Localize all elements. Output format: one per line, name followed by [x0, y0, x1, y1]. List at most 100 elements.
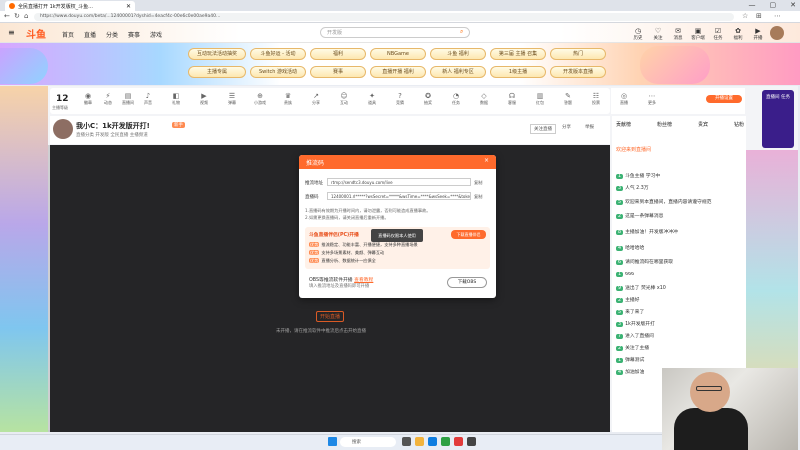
- server-label: 推流地址: [305, 181, 323, 186]
- header-follow[interactable]: ♡ 关注: [648, 27, 668, 41]
- search-input[interactable]: 开发版: [320, 27, 470, 38]
- stream-settings-button[interactable]: 开播设置: [706, 95, 742, 103]
- url-input[interactable]: https://www.douyu.com/beta/...12400001?d…: [34, 13, 734, 21]
- tool-17[interactable]: ▥ 红包: [532, 92, 548, 106]
- browser-tab[interactable]: 全民直播打开 1k开发版权_斗鱼... ✕: [5, 1, 135, 11]
- banner-tag[interactable]: 1级主播: [490, 66, 546, 78]
- back-icon[interactable]: ←: [4, 12, 10, 20]
- vote-icon: ☷: [592, 92, 600, 100]
- live-icon: ▶: [755, 27, 761, 35]
- tool-0[interactable]: ◉ 徽章: [80, 92, 96, 106]
- gift-icon: ◧: [172, 92, 180, 100]
- server-url-field[interactable]: rtmp://sendtc3.douyu.com/live: [327, 178, 471, 186]
- tool-7[interactable]: ⊕ 小游戏: [252, 92, 268, 106]
- tool-23[interactable]: ◎ 直播: [616, 92, 632, 106]
- rank-label: 主播等级: [52, 105, 68, 110]
- header-history[interactable]: ◷ 历史: [628, 27, 648, 41]
- tool-1[interactable]: ⚡ 动态: [100, 92, 116, 106]
- banner-tag[interactable]: 直播开播 福利: [370, 66, 426, 78]
- home-icon[interactable]: ⌂: [24, 12, 28, 20]
- user-avatar[interactable]: [770, 26, 784, 40]
- tool-11[interactable]: ✦ 道具: [364, 92, 380, 106]
- edge-icon[interactable]: [428, 437, 437, 446]
- banner-tag[interactable]: 斗鱼好运 - 活动: [250, 48, 306, 60]
- tool-16[interactable]: ☊ 客服: [504, 92, 520, 106]
- tool-8[interactable]: ♛ 贵族: [280, 92, 296, 106]
- tool-2[interactable]: ▤ 直播间: [120, 92, 136, 106]
- banner-tag[interactable]: 主播专属: [188, 66, 246, 78]
- nav-events[interactable]: 赛事: [128, 30, 140, 39]
- banner-tag[interactable]: 福利: [310, 48, 366, 60]
- tool-24[interactable]: ⋯ 更多: [644, 92, 660, 106]
- tool-9[interactable]: ↗ 分享: [308, 92, 324, 106]
- nav-games[interactable]: 游戏: [150, 30, 162, 39]
- extensions-icon[interactable]: ⊞: [756, 12, 762, 20]
- download-companion-button[interactable]: 下载直播伴侣: [451, 230, 486, 239]
- chat-tabs: 贡献榜 粉丝榜 贵宾 钻粉: [616, 121, 744, 128]
- minimize-button[interactable]: —: [749, 1, 756, 9]
- maximize-button[interactable]: ▢: [770, 1, 777, 9]
- header-gift[interactable]: ✿ 福利: [728, 27, 748, 41]
- banner-tag[interactable]: 新人 福利专区: [430, 66, 486, 78]
- app-icon[interactable]: [441, 437, 450, 446]
- hamburger-icon[interactable]: ≡: [8, 28, 15, 37]
- copy-key-button[interactable]: 复制: [474, 194, 482, 200]
- close-window-button[interactable]: ✕: [790, 1, 796, 9]
- obs-icon[interactable]: [467, 437, 476, 446]
- chat-tab[interactable]: 钻粉: [734, 121, 744, 128]
- follow-live-button[interactable]: 关注直播: [530, 124, 556, 134]
- star-icon[interactable]: ☆: [742, 12, 748, 20]
- search-icon[interactable]: ⌕: [460, 28, 463, 36]
- tab-close-icon[interactable]: ✕: [126, 3, 131, 10]
- refresh-icon[interactable]: ↻: [14, 12, 20, 20]
- douyu-logo[interactable]: 斗鱼: [26, 26, 46, 41]
- banner-tag[interactable]: Switch 游戏活动: [250, 66, 306, 78]
- banner-tag[interactable]: 赛事: [310, 66, 366, 78]
- copy-server-button[interactable]: 复制: [474, 180, 482, 186]
- follow-icon: ♡: [654, 27, 662, 35]
- header-message[interactable]: ✉ 消息: [668, 27, 688, 41]
- banner-tag[interactable]: 斗鱼 福利: [430, 48, 486, 60]
- download-obs-button[interactable]: 下载OBS: [447, 277, 487, 288]
- key-label: 直播码: [305, 195, 319, 200]
- taskbar-search[interactable]: 搜索: [340, 437, 396, 447]
- tool-6[interactable]: ☰ 弹幕: [224, 92, 240, 106]
- tool-10[interactable]: ☺ 互动: [336, 92, 352, 106]
- tool-5[interactable]: ▶ 视频: [196, 92, 212, 106]
- nav-live[interactable]: 直播: [84, 30, 96, 39]
- tool-13[interactable]: ✪ 抽奖: [420, 92, 436, 106]
- chat-tab[interactable]: 贵宾: [698, 121, 708, 128]
- header-task[interactable]: ☑ 任务: [708, 27, 728, 41]
- header-live[interactable]: ▶ 开播: [748, 27, 768, 41]
- banner-tag[interactable]: 热门: [550, 48, 606, 60]
- share-button[interactable]: 分享: [562, 124, 571, 130]
- banner-tag[interactable]: NBGame: [370, 48, 426, 60]
- header-app[interactable]: ▣ 客户端: [688, 27, 708, 41]
- redpacket-icon: ▥: [536, 92, 544, 100]
- banner-tag[interactable]: 开发版本直播: [550, 66, 606, 78]
- chat-tab[interactable]: 粉丝榜: [657, 121, 672, 128]
- stream-key-field[interactable]: 12400001.rl*****?wsSecret=*****&wsTime=*…: [327, 192, 471, 200]
- tool-4[interactable]: ◧ 礼物: [168, 92, 184, 106]
- tool-15[interactable]: ◇ 数据: [476, 92, 492, 106]
- banner-tag[interactable]: 第三届 主播 召集: [490, 48, 546, 60]
- report-button[interactable]: 举报: [585, 124, 594, 130]
- dialog-close-icon[interactable]: ×: [484, 157, 489, 164]
- tool-19[interactable]: ☷ 投票: [588, 92, 604, 106]
- taskview-icon[interactable]: [402, 437, 411, 446]
- tool-12[interactable]: ? 竞猜: [392, 92, 408, 106]
- explorer-icon[interactable]: [415, 437, 424, 446]
- tool-14[interactable]: ◔ 任务: [448, 92, 464, 106]
- banner-tag[interactable]: 互动玩法活动抽奖: [188, 48, 246, 60]
- nav-home[interactable]: 首页: [62, 30, 74, 39]
- tool-3[interactable]: ♪ 声音: [140, 92, 156, 106]
- chat-line: 1 斗鱼主播 学习中: [616, 174, 661, 179]
- tool-18[interactable]: ✎ 答题: [560, 92, 576, 106]
- chat-tab[interactable]: 贡献榜: [616, 121, 631, 128]
- menu-icon[interactable]: ⋯: [774, 12, 781, 20]
- nav-category[interactable]: 分类: [106, 30, 118, 39]
- banner-art-left: [0, 48, 48, 84]
- windows-start-icon[interactable]: [328, 437, 337, 446]
- anchor-avatar[interactable]: [53, 119, 73, 139]
- app-icon[interactable]: [454, 437, 463, 446]
